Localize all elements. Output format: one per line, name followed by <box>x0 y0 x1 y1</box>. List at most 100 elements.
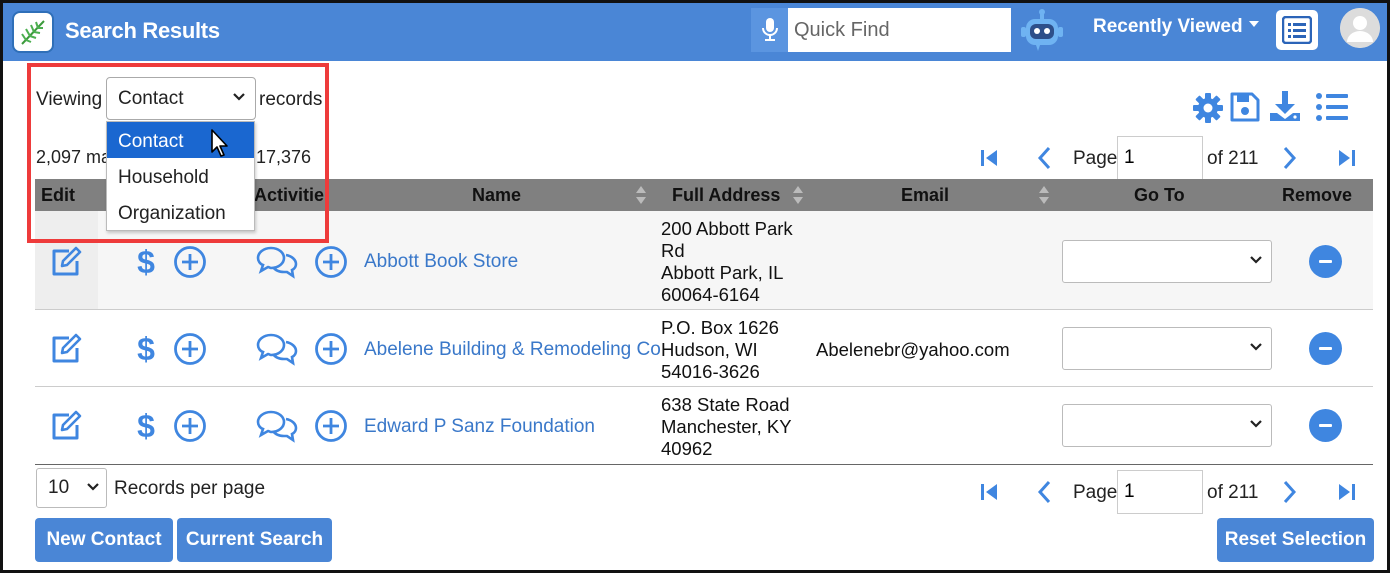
new-contact-button[interactable]: New Contact <box>35 518 173 562</box>
activities-comments-icon[interactable] <box>255 332 299 366</box>
page-total: of 211 <box>1207 482 1259 503</box>
donation-dollar-icon[interactable]: $ <box>135 331 157 367</box>
user-avatar[interactable] <box>1340 8 1380 48</box>
records-per-page-select[interactable]: 10 <box>36 468 107 508</box>
table-row: $ Abelene Building & Remodeling Co P.O. … <box>35 310 1373 387</box>
address-line: 54016-3626 <box>661 361 760 382</box>
address-line: Abbott Park, IL <box>661 262 784 283</box>
app-logo-icon[interactable] <box>12 11 54 53</box>
address-cell: 638 State Road Manchester, KY 40962 <box>661 394 792 460</box>
robot-assistant-icon[interactable] <box>1018 7 1066 55</box>
add-donation-icon[interactable] <box>173 409 207 443</box>
record-type-dropdown: Contact Household Organization <box>106 121 255 231</box>
save-icon[interactable] <box>1229 91 1261 123</box>
address-line: Manchester, KY <box>661 416 792 437</box>
records-label: records <box>259 89 323 110</box>
record-name-link[interactable]: Abbott Book Store <box>364 251 518 273</box>
page-total: of 211 <box>1207 148 1259 169</box>
sort-email-icon[interactable] <box>1038 184 1050 206</box>
reset-selection-button[interactable]: Reset Selection <box>1217 518 1374 562</box>
first-page-icon[interactable] <box>980 482 998 502</box>
sort-name-icon[interactable] <box>635 184 647 206</box>
header-name[interactable]: Name <box>472 185 521 206</box>
activities-comments-icon[interactable] <box>255 245 299 279</box>
header-remove: Remove <box>1282 185 1353 205</box>
edit-icon[interactable] <box>49 246 83 278</box>
match-count-text: 2,097 ma <box>36 147 112 167</box>
page-number-input[interactable] <box>1117 136 1203 180</box>
settings-gear-icon[interactable] <box>1191 91 1225 125</box>
records-per-page-label: Records per page <box>114 478 266 499</box>
address-line: Hudson, WI <box>661 339 758 360</box>
address-cell: 200 Abbott Park Rd Abbott Park, IL 60064… <box>661 218 793 306</box>
donation-dollar-icon[interactable]: $ <box>135 408 157 444</box>
quick-find-input[interactable] <box>788 8 1011 52</box>
header-full-address[interactable]: Full Address <box>672 185 780 206</box>
edit-icon[interactable] <box>49 410 83 442</box>
record-name-link[interactable]: Edward P Sanz Foundation <box>364 416 595 438</box>
activities-comments-icon[interactable] <box>255 409 299 443</box>
viewing-label: Viewing <box>36 89 103 110</box>
first-page-icon[interactable] <box>980 148 998 168</box>
add-donation-icon[interactable] <box>173 245 207 279</box>
chevron-down-icon <box>1250 256 1262 264</box>
page-number-input[interactable] <box>1117 470 1203 514</box>
header-activities[interactable]: Activitie <box>254 185 324 206</box>
top-bar: Search Results Recently Viewed <box>3 3 1387 61</box>
toolbar <box>1191 91 1351 125</box>
chevron-down-icon <box>1250 343 1262 351</box>
header-email[interactable]: Email <box>901 185 949 206</box>
pagination-top: Page of 211 <box>978 136 1358 180</box>
next-page-icon[interactable] <box>1282 480 1298 504</box>
recently-viewed-menu[interactable]: Recently Viewed <box>1093 16 1259 38</box>
option-household[interactable]: Household <box>107 158 254 194</box>
address-line: 40962 <box>661 438 713 459</box>
total-count-text: 17,376 <box>256 147 312 167</box>
caret-down-icon <box>1248 20 1259 27</box>
header-edit[interactable]: Edit <box>41 185 75 206</box>
email-cell: Abelenebr@yahoo.com <box>816 339 1010 360</box>
chevron-down-icon <box>87 483 99 491</box>
add-donation-icon[interactable] <box>173 332 207 366</box>
address-line: 200 Abbott Park <box>661 218 793 239</box>
address-line: 638 State Road <box>661 394 790 415</box>
chevron-down-icon <box>233 93 245 101</box>
list-columns-icon[interactable] <box>1315 91 1349 123</box>
record-type-value: Contact <box>118 88 184 109</box>
add-activity-icon[interactable] <box>314 409 348 443</box>
record-name-link[interactable]: Abelene Building & Remodeling Co <box>364 339 661 361</box>
go-to-select[interactable] <box>1062 240 1272 283</box>
header-go-to: Go To <box>1134 185 1185 205</box>
svg-text:$: $ <box>137 331 155 367</box>
previous-page-icon[interactable] <box>1036 480 1052 504</box>
go-to-select[interactable] <box>1062 327 1272 370</box>
go-to-select[interactable] <box>1062 404 1272 447</box>
add-activity-icon[interactable] <box>314 332 348 366</box>
microphone-icon[interactable] <box>751 8 789 52</box>
add-activity-icon[interactable] <box>314 245 348 279</box>
pagination-bottom: Page of 211 <box>978 470 1358 514</box>
previous-page-icon[interactable] <box>1036 146 1052 170</box>
last-page-icon[interactable] <box>1338 482 1356 502</box>
remove-icon[interactable] <box>1309 409 1342 442</box>
remove-icon[interactable] <box>1309 245 1342 278</box>
edit-icon[interactable] <box>49 333 83 365</box>
donation-dollar-icon[interactable]: $ <box>135 244 157 280</box>
current-search-button[interactable]: Current Search <box>177 518 332 562</box>
sort-address-icon[interactable] <box>792 184 804 206</box>
remove-icon[interactable] <box>1309 332 1342 365</box>
page-label: Page <box>1073 482 1118 503</box>
page-title: Search Results <box>65 18 220 43</box>
svg-text:$: $ <box>137 408 155 444</box>
svg-text:$: $ <box>137 244 155 280</box>
address-line: Rd <box>661 240 685 261</box>
next-page-icon[interactable] <box>1282 146 1298 170</box>
download-icon[interactable] <box>1267 89 1303 125</box>
list-view-icon[interactable] <box>1276 10 1318 50</box>
address-cell: P.O. Box 1626 Hudson, WI 54016-3626 <box>661 317 779 383</box>
last-page-icon[interactable] <box>1338 148 1356 168</box>
option-organization[interactable]: Organization <box>107 194 254 230</box>
record-type-select[interactable]: Contact <box>106 77 256 120</box>
address-line: P.O. Box 1626 <box>661 317 779 338</box>
mouse-cursor-icon <box>211 129 228 157</box>
